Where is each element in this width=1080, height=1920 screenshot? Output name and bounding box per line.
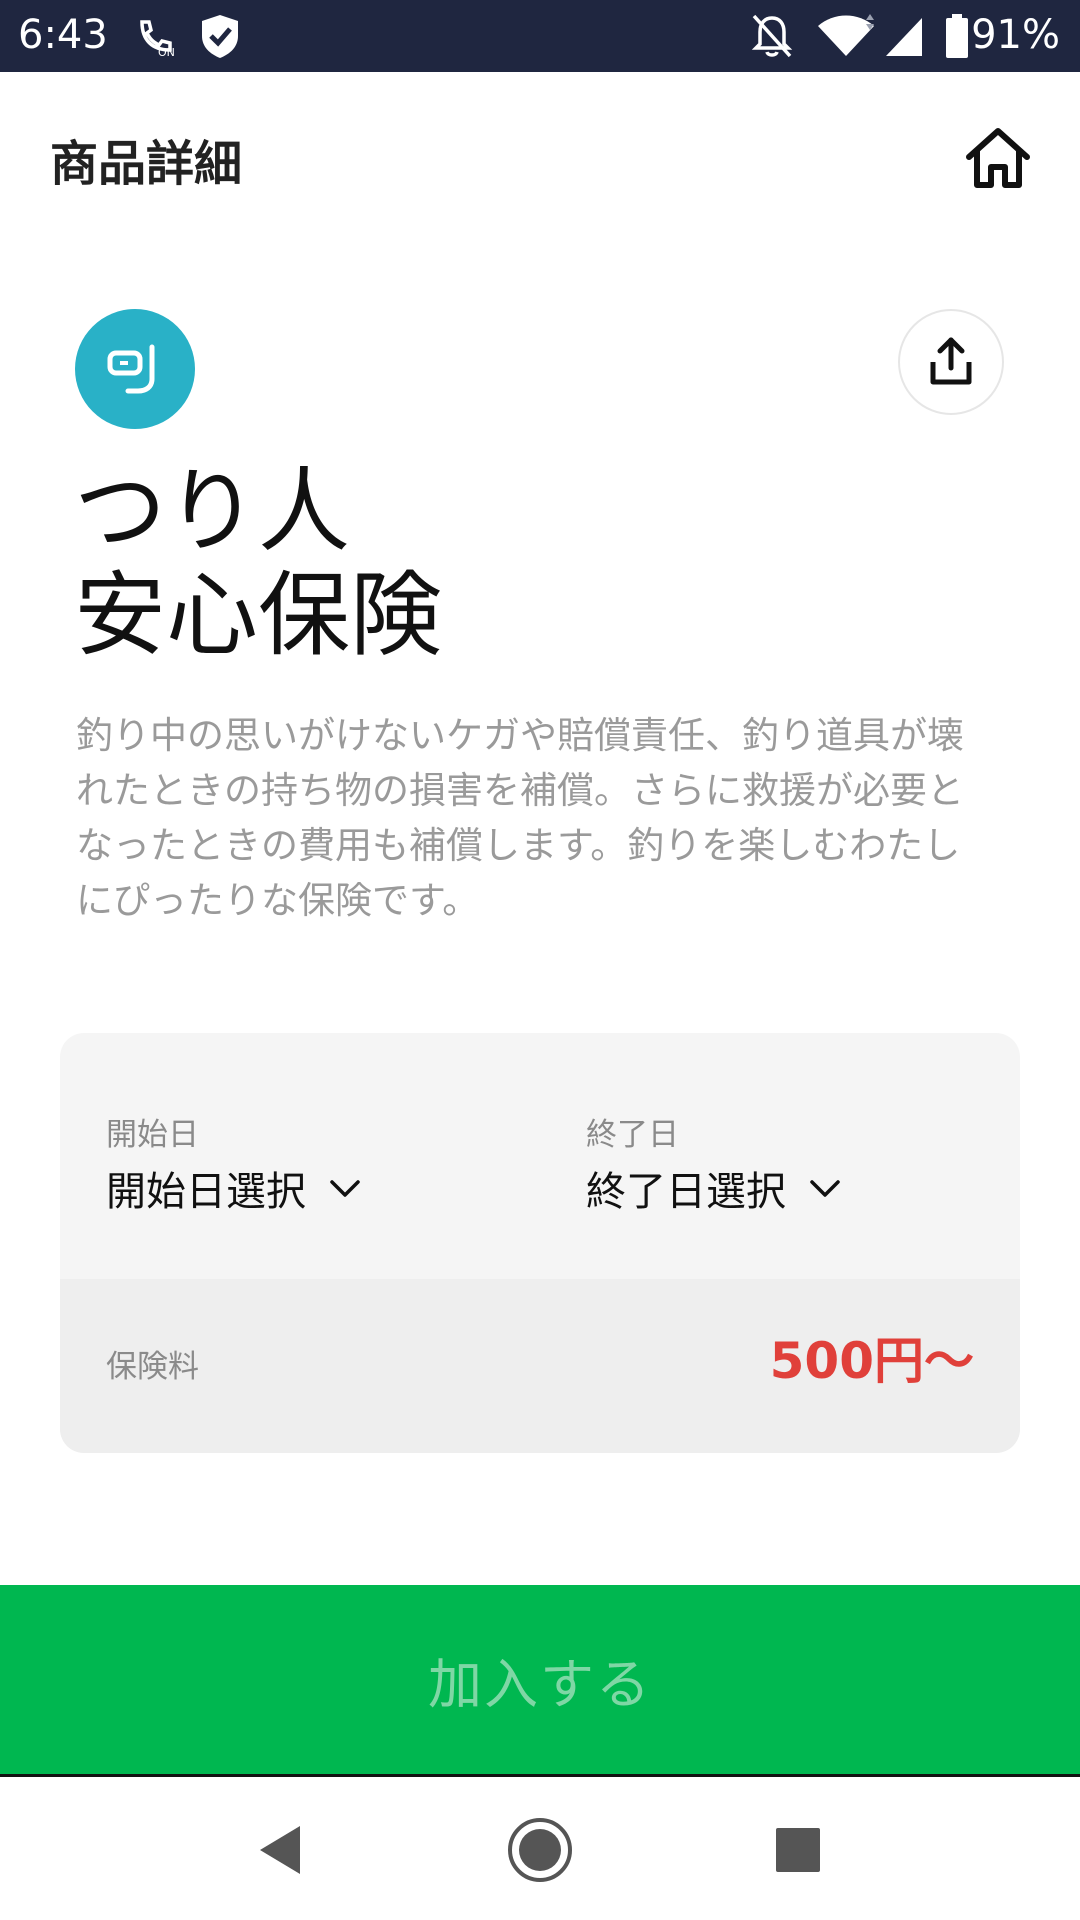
- home-circle-icon: [508, 1818, 572, 1882]
- chevron-down-icon: [330, 1180, 360, 1197]
- date-selection: 開始日 開始日選択 終了日 終了日選択: [60, 1033, 1020, 1279]
- recents-icon: [776, 1828, 820, 1872]
- mute-bell-icon: [751, 14, 793, 58]
- premium-value: 500円〜: [769, 1332, 974, 1390]
- product-description: 釣り中の思いがけないケガや賠償責任、釣り道具が壊れたときの持ち物の損害を補償。さ…: [76, 714, 964, 922]
- end-date-dropdown[interactable]: 終了日選択: [586, 1159, 842, 1217]
- product-name-line1: つり人: [74, 458, 351, 565]
- battery-percent: 91%: [971, 12, 1060, 58]
- chevron-down-icon: [810, 1180, 840, 1197]
- join-button-label: 加入する: [428, 1653, 652, 1716]
- status-time: 6:43: [18, 12, 108, 58]
- header: 商品詳細: [0, 72, 1080, 240]
- wifi-icon: [818, 14, 874, 56]
- home-icon: [966, 128, 1030, 188]
- call-on-icon: ON: [140, 20, 175, 59]
- premium-label: 保険料: [106, 1349, 199, 1385]
- end-date-label: 終了日: [586, 1117, 679, 1153]
- product-name-line2: 安心保険: [74, 562, 443, 669]
- product-icon: [75, 309, 195, 429]
- system-nav-bar: [0, 1780, 1080, 1920]
- nav-home-button[interactable]: [500, 1810, 580, 1890]
- home-button[interactable]: [956, 116, 1040, 200]
- share-icon: [930, 337, 972, 385]
- product-name: つり人 安心保険: [74, 460, 442, 668]
- nav-recents-button[interactable]: [758, 1810, 838, 1890]
- end-date-group: 終了日 終了日選択: [586, 1109, 842, 1217]
- start-date-label: 開始日: [106, 1117, 199, 1153]
- end-date-value: 終了日選択: [586, 1169, 786, 1215]
- shield-check-icon: [202, 15, 238, 58]
- premium-row: 保険料 500円〜: [60, 1279, 1020, 1453]
- signal-icon: [886, 18, 922, 56]
- start-date-group: 開始日 開始日選択: [106, 1109, 362, 1217]
- join-button[interactable]: 加入する: [0, 1585, 1080, 1777]
- start-date-value: 開始日選択: [106, 1169, 306, 1215]
- snorkel-icon: [107, 344, 155, 394]
- nav-back-button[interactable]: [240, 1810, 320, 1890]
- status-bar: 6:43 ON 91%: [0, 0, 1080, 72]
- share-button[interactable]: [898, 309, 1004, 415]
- start-date-dropdown[interactable]: 開始日選択: [106, 1159, 362, 1217]
- battery-icon: [946, 14, 968, 58]
- back-icon: [260, 1826, 300, 1874]
- svg-text:ON: ON: [158, 46, 175, 59]
- date-price-card: 開始日 開始日選択 終了日 終了日選択 保険料 500円〜: [60, 1033, 1020, 1453]
- page-title: 商品詳細: [50, 136, 243, 192]
